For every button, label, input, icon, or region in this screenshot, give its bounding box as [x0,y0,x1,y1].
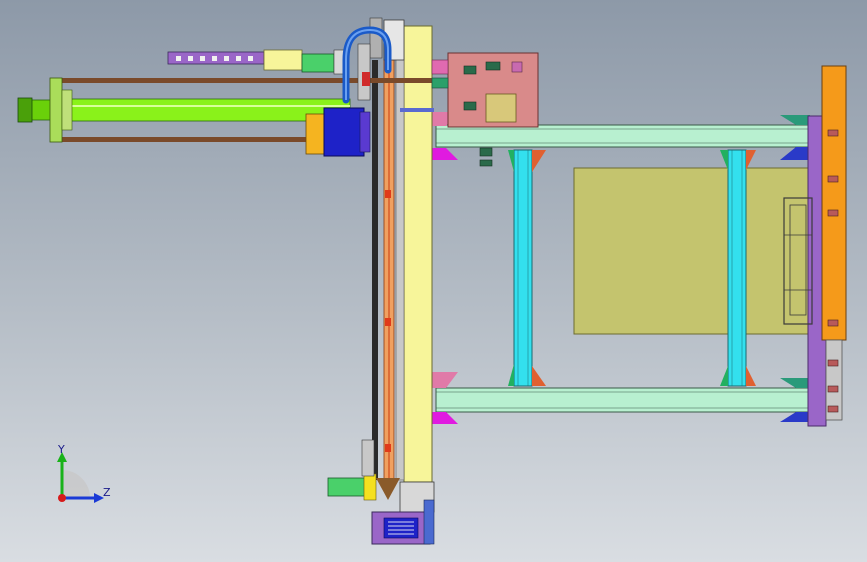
cad-viewport[interactable]: Y Z [0,0,867,562]
arm-slider-block[interactable] [263,49,303,71]
lower-frame-rail[interactable] [435,387,811,413]
mast-component-red [362,72,370,86]
rail-bracket [780,115,810,125]
guide-rod-top [56,78,446,83]
triad-quadrant [62,470,90,498]
gusset [720,150,728,170]
frame-post-right[interactable] [727,149,747,387]
mast-top-clamp [369,17,383,59]
bottom-servo-motor[interactable] [327,477,369,497]
drive-motor-orange[interactable] [305,113,327,155]
orange-column[interactable] [821,65,847,341]
cylinder-tip [17,97,33,123]
mount-nut [511,61,523,73]
gusset [746,366,756,386]
triad-y-label: Y [58,443,65,456]
gusset [532,150,546,172]
cylinder-end-plate [49,77,63,143]
rail-bracket [430,148,458,160]
drive-motor-block[interactable] [323,107,365,157]
bottom-gearbox-face [383,517,419,539]
bottom-wedge [376,478,400,500]
cad-model-drawing[interactable] [0,0,867,562]
frame-post-left[interactable] [513,149,533,387]
gusset [720,366,728,386]
drive-motor-face [359,111,371,153]
guide-rail-secondary [395,39,405,481]
bottom-servo-flange [363,473,377,501]
vertical-mast[interactable] [403,25,433,483]
mast-component-pink [431,59,449,75]
upper-frame-rail[interactable] [435,124,811,148]
cylinder-end-plate-2 [61,89,73,131]
bottom-bracket [361,439,375,477]
triad-x-axis [58,494,66,502]
rail-bracket [780,147,810,160]
rail-bracket [780,412,810,422]
guide-rail[interactable] [372,60,378,480]
bottom-side-plate [423,499,435,545]
gusset [508,150,514,172]
rail-bracket [430,372,458,388]
rail-bracket [780,378,810,388]
motor-mount-sub [485,93,517,123]
gusset [508,364,514,386]
guide-rod-mid [400,108,434,112]
mast-component-green [431,77,449,89]
servo-motor-top[interactable] [301,53,335,73]
view-orientation-triad[interactable] [40,440,120,510]
base-plate[interactable] [573,167,815,335]
rail-bracket [430,412,458,424]
gusset [532,366,546,386]
gusset [746,150,756,170]
triad-z-label: Z [103,486,111,499]
